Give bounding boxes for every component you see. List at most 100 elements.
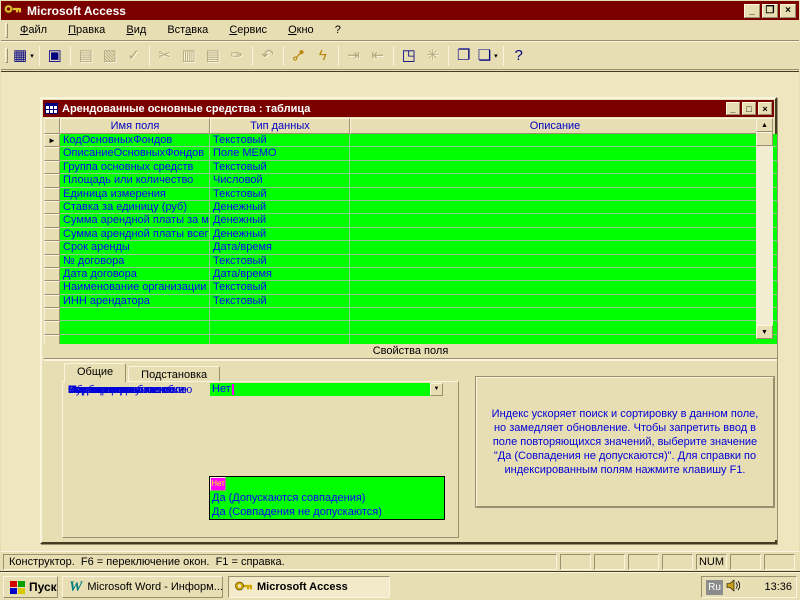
menu-item[interactable]: Окно bbox=[279, 22, 323, 38]
child-maximize-button[interactable]: □ bbox=[742, 102, 756, 115]
field-name-cell[interactable]: Сумма арендной платы всег bbox=[60, 228, 210, 241]
header-description[interactable]: Описание bbox=[350, 118, 760, 134]
field-name-cell[interactable]: Ставка за единицу (руб) bbox=[60, 201, 210, 214]
row-selector[interactable] bbox=[44, 335, 60, 344]
property-value-field[interactable]: Нет▼ bbox=[210, 383, 443, 396]
print-button[interactable]: ▤ ▾ bbox=[74, 44, 98, 68]
table-row[interactable] bbox=[44, 308, 777, 321]
data-type-cell[interactable]: Дата/время bbox=[210, 241, 350, 254]
field-name-cell[interactable]: ИНН арендатора bbox=[60, 295, 210, 308]
data-type-cell[interactable] bbox=[210, 321, 350, 334]
field-name-cell[interactable]: № договора bbox=[60, 255, 210, 268]
description-cell[interactable] bbox=[350, 161, 777, 174]
row-selector[interactable] bbox=[44, 214, 60, 227]
table-row[interactable] bbox=[44, 335, 777, 344]
undo-button[interactable]: ↶ ▾ bbox=[256, 44, 280, 68]
data-type-cell[interactable]: Текстовый bbox=[210, 134, 350, 147]
dropdown-item[interactable]: Нет bbox=[210, 477, 226, 491]
indexes-button[interactable]: ϟ ▾ bbox=[311, 44, 335, 68]
description-cell[interactable] bbox=[350, 134, 777, 147]
field-name-cell[interactable]: Срок аренды bbox=[60, 241, 210, 254]
row-selector[interactable] bbox=[44, 241, 60, 254]
description-cell[interactable] bbox=[350, 241, 777, 254]
description-cell[interactable] bbox=[350, 174, 777, 187]
taskbar-item-word[interactable]: W Microsoft Word - Информ... bbox=[62, 576, 223, 598]
menu-item[interactable]: Файл bbox=[11, 22, 56, 38]
speaker-icon[interactable] bbox=[726, 579, 740, 595]
table-row[interactable]: Сумма арендной платы всег Денежный bbox=[44, 228, 777, 241]
start-button[interactable]: Пуск bbox=[3, 576, 58, 598]
combo-dropdown-button[interactable]: ▼ bbox=[430, 383, 443, 396]
row-selector[interactable] bbox=[44, 201, 60, 214]
chevron-down-icon[interactable]: ▾ bbox=[494, 52, 498, 60]
help-button[interactable]: ? ▾ bbox=[507, 44, 531, 68]
data-type-cell[interactable]: Числовой bbox=[210, 174, 350, 187]
child-titlebar[interactable]: Арендованные основные средства : таблица… bbox=[43, 100, 774, 117]
description-cell[interactable] bbox=[350, 147, 777, 160]
menu-item[interactable]: Вставка bbox=[158, 22, 217, 38]
minimize-button[interactable]: _ bbox=[744, 4, 760, 18]
field-name-cell[interactable]: КодОсновныхФондов bbox=[60, 134, 210, 147]
insert-rows-button[interactable]: ⇥ ▾ bbox=[342, 44, 366, 68]
menubar-grip[interactable] bbox=[5, 23, 8, 38]
menu-item[interactable]: Правка bbox=[59, 22, 114, 38]
data-type-cell[interactable]: Дата/время bbox=[210, 268, 350, 281]
dropdown-item[interactable]: Да (Совпадения не допускаются) bbox=[210, 505, 444, 519]
field-name-cell[interactable]: Площадь или количество bbox=[60, 174, 210, 187]
row-selector[interactable] bbox=[44, 188, 60, 201]
language-indicator[interactable]: Ru bbox=[706, 580, 723, 595]
description-cell[interactable] bbox=[350, 228, 777, 241]
data-type-cell[interactable]: Текстовый bbox=[210, 161, 350, 174]
row-selector[interactable] bbox=[44, 321, 60, 334]
data-type-cell[interactable] bbox=[210, 335, 350, 344]
child-close-button[interactable]: × bbox=[758, 102, 772, 115]
properties-button[interactable]: ◳ ▾ bbox=[397, 44, 421, 68]
table-row[interactable] bbox=[44, 321, 777, 334]
description-cell[interactable] bbox=[350, 295, 777, 308]
data-type-cell[interactable]: Текстовый bbox=[210, 255, 350, 268]
header-data-type[interactable]: Тип данных bbox=[210, 118, 350, 134]
table-row[interactable]: Наименование организации Текстовый bbox=[44, 281, 777, 294]
row-selector[interactable] bbox=[44, 174, 60, 187]
build-button[interactable]: ✳ ▾ bbox=[421, 44, 445, 68]
data-type-cell[interactable]: Денежный bbox=[210, 228, 350, 241]
clock[interactable]: 13:36 bbox=[764, 581, 792, 593]
table-row[interactable]: Срок аренды Дата/время bbox=[44, 241, 777, 254]
data-type-cell[interactable]: Текстовый bbox=[210, 281, 350, 294]
description-cell[interactable] bbox=[350, 281, 777, 294]
taskbar-item-access[interactable]: Microsoft Access bbox=[228, 576, 390, 598]
vertical-scrollbar[interactable]: ▲ ▼ bbox=[756, 118, 773, 339]
tab[interactable]: Общие bbox=[64, 363, 126, 383]
new-object-button[interactable]: ❏ ▾ bbox=[476, 44, 500, 68]
field-name-cell[interactable] bbox=[60, 321, 210, 334]
description-cell[interactable] bbox=[350, 201, 777, 214]
field-name-cell[interactable]: ОписаниеОсновныхФондов bbox=[60, 147, 210, 160]
data-type-cell[interactable]: Денежный bbox=[210, 201, 350, 214]
field-name-cell[interactable] bbox=[60, 335, 210, 344]
data-type-cell[interactable]: Текстовый bbox=[210, 188, 350, 201]
table-row[interactable]: Площадь или количество Числовой bbox=[44, 174, 777, 187]
row-selector[interactable] bbox=[44, 161, 60, 174]
table-row[interactable]: Дата договора Дата/время bbox=[44, 268, 777, 281]
restore-button[interactable]: ❐ bbox=[762, 4, 778, 18]
format-painter-button[interactable]: ✑ ▾ bbox=[225, 44, 249, 68]
paste-button[interactable]: ▤ ▾ bbox=[201, 44, 225, 68]
main-titlebar[interactable]: Microsoft Access _ ❐ × bbox=[1, 1, 799, 20]
description-cell[interactable] bbox=[350, 188, 777, 201]
table-row[interactable]: ► КодОсновныхФондов Текстовый bbox=[44, 134, 777, 147]
row-selector[interactable] bbox=[44, 147, 60, 160]
scroll-down-icon[interactable]: ▼ bbox=[756, 325, 773, 339]
field-name-cell[interactable]: Наименование организации bbox=[60, 281, 210, 294]
row-selector[interactable] bbox=[44, 281, 60, 294]
print-preview-button[interactable]: ▧ ▾ bbox=[98, 44, 122, 68]
table-row[interactable]: ИНН арендатора Текстовый bbox=[44, 295, 777, 308]
field-name-cell[interactable]: Единица измерения bbox=[60, 188, 210, 201]
row-selector[interactable] bbox=[44, 255, 60, 268]
description-cell[interactable] bbox=[350, 335, 777, 344]
scroll-up-icon[interactable]: ▲ bbox=[756, 118, 773, 132]
table-row[interactable]: ОписаниеОсновныхФондов Поле MEMO bbox=[44, 147, 777, 160]
copy-button[interactable]: ▥ ▾ bbox=[177, 44, 201, 68]
table-row[interactable]: Сумма арендной платы за м Денежный bbox=[44, 214, 777, 227]
row-selector[interactable] bbox=[44, 295, 60, 308]
spelling-button[interactable]: ✓ ▾ bbox=[122, 44, 146, 68]
